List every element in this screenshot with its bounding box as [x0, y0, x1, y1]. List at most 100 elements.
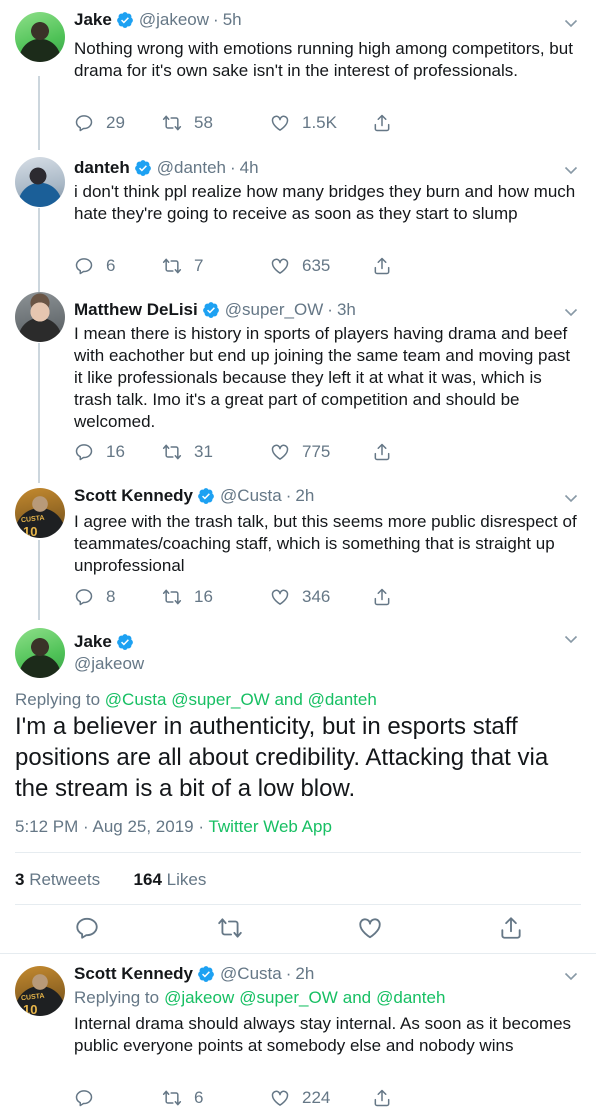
retweet-icon — [162, 258, 182, 274]
retweet-button[interactable]: 31 — [162, 442, 213, 462]
tweet-header: Scott Kennedy @Custa · 2h — [74, 486, 314, 506]
thread-line — [38, 540, 40, 620]
retweet-icon — [162, 444, 182, 460]
like-button[interactable]: 775 — [270, 442, 330, 462]
source-app-link[interactable]: Twitter Web App — [208, 817, 331, 836]
timestamp[interactable]: 2h — [295, 486, 314, 506]
reply-button[interactable]: 16 — [74, 442, 125, 462]
mention-link[interactable]: @super_OW — [239, 988, 338, 1008]
verified-badge-icon — [198, 966, 214, 982]
username[interactable]: @jakeow — [139, 10, 209, 30]
divider — [15, 852, 581, 853]
like-button[interactable]: 346 — [270, 587, 330, 607]
retweet-icon — [162, 589, 182, 605]
tweet-header: Scott Kennedy @Custa · 2h — [74, 964, 314, 984]
share-icon — [374, 443, 390, 461]
retweet-button[interactable]: 6 — [162, 1088, 203, 1108]
likes-stat[interactable]: 164 Likes — [134, 870, 207, 889]
display-name[interactable]: Jake — [74, 632, 112, 652]
avatar[interactable] — [15, 12, 65, 62]
like-count: 224 — [302, 1088, 331, 1107]
reply-count: 8 — [106, 587, 116, 606]
display-name[interactable]: Scott Kennedy — [74, 964, 193, 984]
retweet-button[interactable]: 58 — [162, 113, 213, 133]
tweet-actions: 6 7 635 — [74, 256, 404, 280]
replying-to-label: Replying to — [74, 988, 160, 1007]
username[interactable]: @Custa — [220, 486, 282, 506]
like-button[interactable]: 635 — [270, 256, 330, 276]
avatar[interactable] — [15, 292, 65, 342]
retweet-button[interactable]: 16 — [162, 587, 213, 607]
display-name[interactable]: Matthew DeLisi — [74, 300, 198, 320]
avatar[interactable] — [15, 628, 65, 678]
separator-dot: · — [213, 10, 219, 29]
chevron-down-icon[interactable] — [564, 491, 578, 505]
separator-dot: · — [327, 300, 333, 319]
mention-link[interactable]: @super_OW — [171, 690, 270, 709]
username[interactable]: @danteh — [157, 158, 226, 178]
mention-link[interactable]: @jakeow — [164, 988, 234, 1008]
username[interactable]: @Custa — [220, 964, 282, 984]
like-count: 346 — [302, 587, 331, 606]
share-icon[interactable] — [498, 915, 524, 941]
retweets-stat[interactable]: 3 Retweets — [15, 870, 100, 889]
like-count: 635 — [302, 256, 331, 275]
focus-tweet-actions — [0, 915, 596, 943]
retweet-button[interactable]: 7 — [162, 256, 203, 276]
like-button[interactable]: 224 — [270, 1088, 330, 1108]
mention-link[interactable]: @danteh — [376, 988, 445, 1008]
separator-dot: · — [285, 964, 292, 983]
chevron-down-icon[interactable] — [564, 305, 578, 319]
verified-badge-icon — [116, 12, 133, 28]
mention-link[interactable]: @danteh — [308, 690, 377, 709]
heart-icon — [271, 589, 289, 605]
avatar-jersey-text: CUSTA — [20, 992, 45, 1003]
tweet-text: Internal drama should always stay intern… — [74, 1014, 572, 1055]
reply-button[interactable]: 6 — [74, 256, 115, 276]
share-button[interactable] — [372, 256, 404, 276]
display-name[interactable]: danteh — [74, 158, 130, 178]
reply-button[interactable]: 29 — [74, 113, 125, 133]
heart-icon[interactable] — [357, 915, 383, 941]
avatar[interactable] — [15, 157, 65, 207]
share-button[interactable] — [372, 587, 404, 607]
verified-badge-icon — [198, 488, 214, 504]
tweet[interactable]: Jake @jakeow · 5h Nothing wrong with emo… — [0, 0, 596, 150]
like-label: Likes — [166, 870, 207, 889]
like-button[interactable]: 1.5K — [270, 113, 337, 133]
username[interactable]: @jakeow — [74, 654, 144, 674]
reply-icon[interactable] — [74, 915, 100, 941]
replying-and: and — [274, 690, 303, 709]
share-icon — [374, 1089, 390, 1107]
thread-line — [38, 343, 40, 483]
reply-icon — [75, 589, 93, 606]
share-button[interactable] — [372, 1088, 404, 1108]
like-count: 1.5K — [302, 113, 337, 132]
avatar[interactable]: CUSTA 10 — [15, 488, 65, 538]
tweet-text: I agree with the trash talk, but this se… — [74, 512, 577, 575]
chevron-down-icon[interactable] — [564, 632, 578, 646]
retweet-icon[interactable] — [217, 915, 243, 941]
reply-button[interactable]: 8 — [74, 587, 115, 607]
timestamp[interactable]: 2h — [295, 964, 314, 984]
tweet-timestamp[interactable]: 5:12 PM · Aug 25, 2019 · — [15, 817, 204, 836]
focus-tweet-text: I'm a believer in authenticity, but in e… — [15, 713, 549, 802]
timestamp[interactable]: 3h — [337, 300, 356, 320]
retweet-count: 16 — [194, 587, 213, 606]
timestamp[interactable]: 4h — [240, 158, 259, 178]
display-name[interactable]: Jake — [74, 10, 112, 30]
share-button[interactable] — [372, 113, 404, 133]
separator-dot: · — [285, 486, 292, 505]
chevron-down-icon[interactable] — [564, 16, 578, 30]
display-name[interactable]: Scott Kennedy — [74, 486, 193, 506]
separator-dot: · — [230, 158, 236, 177]
username[interactable]: @super_OW — [225, 300, 324, 320]
timestamp[interactable]: 5h — [223, 10, 242, 30]
like-count: 775 — [302, 442, 331, 461]
chevron-down-icon[interactable] — [564, 969, 578, 983]
avatar[interactable]: CUSTA 10 — [15, 966, 65, 1016]
reply-button[interactable] — [74, 1088, 106, 1108]
mention-link[interactable]: @Custa — [105, 690, 167, 709]
share-button[interactable] — [372, 442, 404, 462]
chevron-down-icon[interactable] — [564, 163, 578, 177]
